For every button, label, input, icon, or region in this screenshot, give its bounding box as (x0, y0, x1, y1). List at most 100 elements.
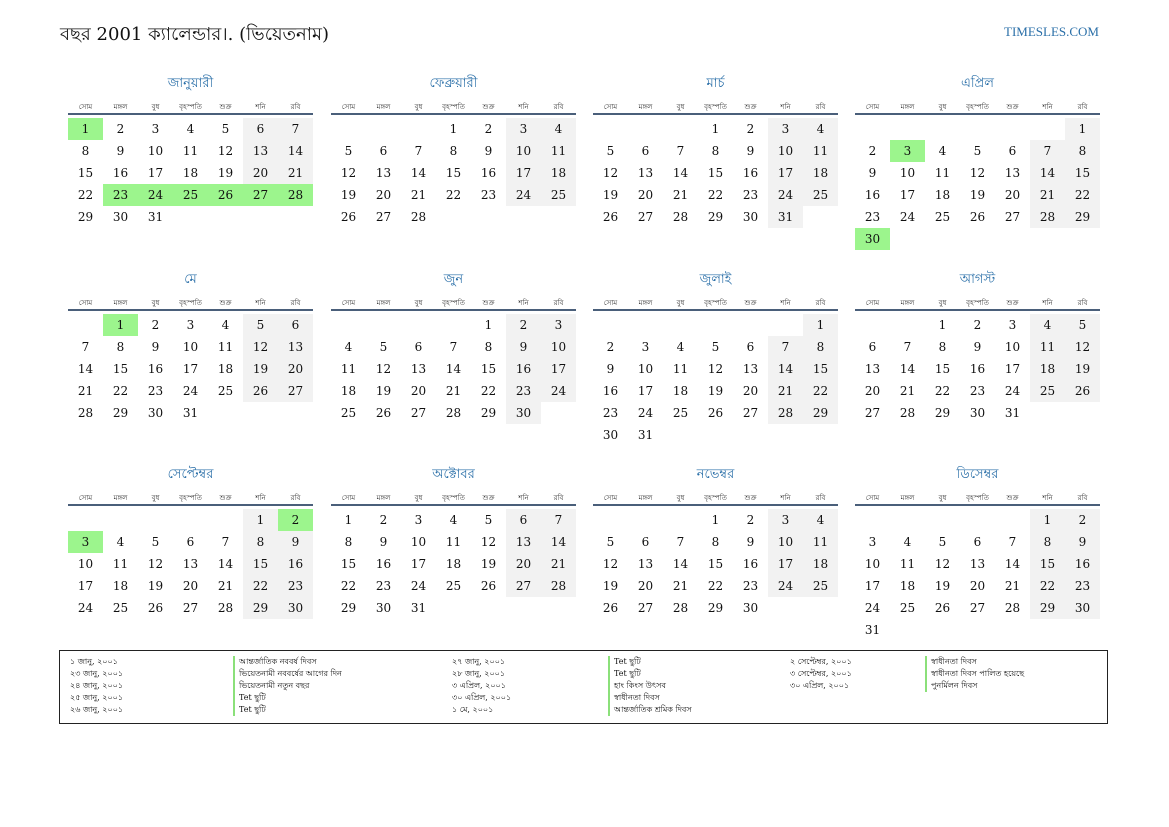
weekday-label: বুধ (414, 494, 423, 502)
weekday-label: সোম (78, 494, 93, 502)
day-cell: 2 (116, 122, 125, 136)
legend-date: ২৪ জানু, ২০০১ (70, 681, 124, 690)
day-cell: 22 (480, 384, 497, 398)
day-cell: 23 (103, 184, 138, 206)
day-cell: 23 (1065, 575, 1100, 597)
header-divider (855, 113, 1100, 115)
weekday-label: শনি (518, 103, 529, 111)
day-cell: 12 (480, 535, 497, 549)
weekday-label: রবি (815, 103, 826, 111)
day-cell: 13 (243, 140, 278, 162)
day-cell: 18 (112, 579, 129, 593)
day-cell: 1 (344, 513, 353, 527)
day-cell: 18 (672, 384, 689, 398)
weekday-label: সোম (341, 494, 356, 502)
day-cell: 24 (138, 184, 173, 206)
day-cell: 6 (379, 144, 388, 158)
day-cell: 31 (637, 428, 654, 442)
legend-date: ১ মে, ২০০১ (452, 705, 494, 714)
day-cell: 12 (243, 336, 278, 358)
day-cell: 12 (375, 362, 392, 376)
day-cell: 28 (217, 601, 234, 615)
day-cell: 7 (676, 535, 685, 549)
day-cell: 17 (899, 188, 916, 202)
day-cell: 5 (1065, 314, 1100, 336)
day-cell: 10 (541, 336, 576, 358)
day-cell: 8 (711, 144, 720, 158)
weekday-label: শুক্র (219, 494, 232, 502)
day-cell: 21 (1030, 184, 1065, 206)
day-cell: 4 (803, 118, 838, 140)
day-cell: 14 (899, 362, 916, 376)
day-cell: 4 (1030, 314, 1065, 336)
legend-holiday-name: আন্তর্জাতিক নববর্ষ দিবস (233, 656, 317, 668)
day-cell: 3 (151, 122, 160, 136)
weekday-label: মঙ্গল (113, 494, 128, 502)
day-cell: 18 (541, 162, 576, 184)
weekday-label: রবি (553, 494, 564, 502)
day-cell: 19 (480, 557, 497, 571)
day-cell: 22 (112, 384, 129, 398)
day-cell: 7 (768, 336, 803, 358)
day-cell: 23 (506, 380, 541, 402)
day-cell: 19 (969, 188, 986, 202)
day-cell: 23 (742, 188, 759, 202)
day-cell: 4 (676, 340, 685, 354)
legend-holiday-name: ভিয়েতনামী নববর্ষের আগের দিন (233, 668, 342, 680)
day-cell: 8 (243, 531, 278, 553)
day-cell: 27 (182, 601, 199, 615)
weekday-label: শুক্র (482, 494, 495, 502)
day-cell: 21 (541, 553, 576, 575)
day-cell: 18 (217, 362, 234, 376)
day-cell: 7 (449, 340, 458, 354)
day-cell: 26 (243, 380, 278, 402)
day-cell: 24 (1004, 384, 1021, 398)
weekday-label: বৃহস্পতি (966, 299, 989, 307)
day-cell: 7 (81, 340, 90, 354)
day-cell: 8 (803, 336, 838, 358)
page-title: বছর 2001 ক্যালেন্ডার।. (ভিয়েতনাম) (60, 24, 330, 45)
day-cell: 23 (480, 188, 497, 202)
day-cell: 1 (103, 314, 138, 336)
day-cell: 24 (864, 601, 881, 615)
day-cell: 16 (278, 553, 313, 575)
day-cell: 24 (899, 210, 916, 224)
day-cell: 30 (278, 597, 313, 619)
day-cell: 1 (711, 122, 720, 136)
weekday-label: শনি (255, 103, 266, 111)
site-link[interactable]: TIMESLES.COM (1004, 24, 1099, 40)
day-cell: 12 (217, 144, 234, 158)
month-name: নভেম্বর (696, 467, 735, 482)
day-cell: 27 (969, 601, 986, 615)
weekday-label: শনি (1042, 103, 1053, 111)
day-cell: 21 (672, 579, 689, 593)
weekday-label: বৃহস্পতি (966, 494, 989, 502)
day-cell: 3 (414, 513, 423, 527)
day-cell: 15 (707, 166, 724, 180)
day-cell: 3 (68, 531, 103, 553)
day-cell: 15 (707, 557, 724, 571)
day-cell: 25 (340, 406, 357, 420)
weekday-label: বুধ (151, 103, 160, 111)
month-name: জুলাই (699, 272, 732, 287)
weekday-label: রবি (290, 494, 301, 502)
day-cell: 16 (1065, 553, 1100, 575)
day-cell: 13 (637, 166, 654, 180)
day-cell: 13 (864, 362, 881, 376)
weekday-label: শনি (1042, 494, 1053, 502)
day-cell: 16 (506, 358, 541, 380)
day-cell: 6 (414, 340, 423, 354)
day-cell: 26 (969, 210, 986, 224)
day-cell: 22 (803, 380, 838, 402)
legend-date: ৩ সেপ্টেম্বর, ২০০১ (790, 669, 852, 678)
day-cell: 12 (602, 557, 619, 571)
day-cell: 29 (77, 210, 94, 224)
legend-holiday-name: পুনর্মিলন দিবস (925, 680, 977, 692)
day-cell: 18 (803, 553, 838, 575)
weekday-label: বুধ (676, 494, 685, 502)
header-divider (855, 309, 1100, 311)
day-cell: 29 (707, 601, 724, 615)
day-cell: 22 (1030, 575, 1065, 597)
day-cell: 22 (707, 579, 724, 593)
weekday-label: মঙ্গল (113, 103, 128, 111)
